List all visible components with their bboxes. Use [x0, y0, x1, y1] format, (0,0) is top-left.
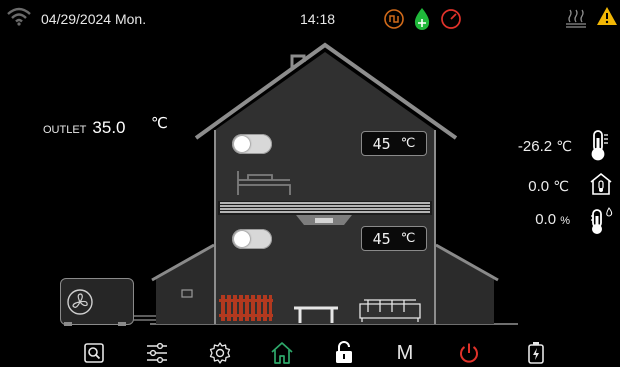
- humidity-thermometer-icon: [591, 207, 613, 234]
- indoor-temp-unit: ℃: [553, 178, 569, 194]
- upper-zone-toggle[interactable]: [232, 134, 272, 154]
- indoor-temp-value: 0.0: [528, 178, 550, 195]
- magnifier-icon: [84, 343, 104, 363]
- gear-button[interactable]: [206, 341, 234, 365]
- mode-button[interactable]: M: [391, 341, 419, 365]
- lower-setpoint-value: 45: [372, 229, 391, 248]
- gear-icon: [209, 342, 231, 364]
- outlet-temperature: OUTLET 35.0: [43, 118, 126, 138]
- power-button[interactable]: [455, 341, 483, 365]
- outdoor-temp-unit: ℃: [556, 138, 572, 154]
- power-icon: [460, 343, 478, 363]
- unlock-icon: [336, 341, 352, 363]
- unit-foot-left: [64, 322, 72, 326]
- lock-button[interactable]: [330, 341, 358, 365]
- home-icon: [271, 342, 293, 364]
- outlet-value: 35.0: [92, 118, 126, 137]
- unit-foot-right: [118, 322, 126, 326]
- outdoor-temp-reading: -26.2 ℃: [518, 138, 572, 155]
- outlet-unit: ℃: [151, 115, 168, 132]
- outlet-label: OUTLET: [43, 124, 87, 136]
- lower-zone-setpoint[interactable]: 45 ℃: [361, 226, 427, 251]
- outdoor-unit: [60, 278, 134, 325]
- settings-sliders-button[interactable]: [143, 341, 171, 365]
- sliders-icon: [147, 342, 167, 364]
- indoor-house-temp-icon: [590, 172, 612, 195]
- humidity-unit: %: [560, 215, 570, 227]
- fan-icon: [67, 289, 93, 315]
- upper-setpoint-unit: ℃: [400, 136, 416, 151]
- upper-setpoint-value: 45: [372, 134, 391, 153]
- humidity-reading: 0.0 %: [535, 211, 570, 228]
- lower-setpoint-unit: ℃: [400, 231, 416, 246]
- upper-zone-setpoint[interactable]: 45 ℃: [361, 131, 427, 156]
- search-button[interactable]: [80, 341, 108, 365]
- humidity-value: 0.0: [535, 211, 557, 228]
- bottom-nav: M: [0, 337, 620, 367]
- lower-zone-toggle[interactable]: [232, 229, 272, 249]
- outdoor-temp-value: -26.2: [517, 138, 553, 155]
- outdoor-thermometer-icon: [591, 130, 608, 161]
- battery-button[interactable]: [522, 341, 550, 365]
- battery-charge-icon: [528, 342, 544, 364]
- home-button[interactable]: [268, 341, 296, 365]
- indoor-temp-reading: 0.0 ℃: [528, 178, 569, 195]
